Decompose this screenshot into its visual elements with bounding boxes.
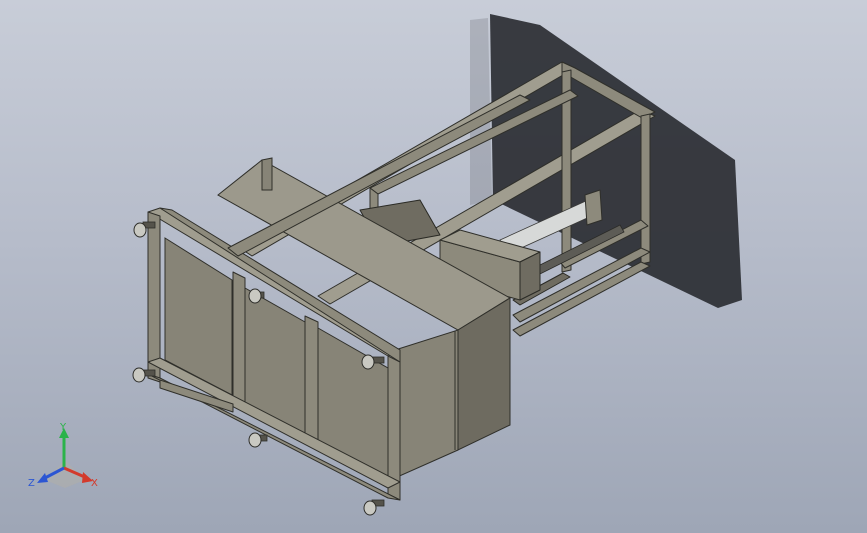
coordinate-triad: Y Z X: [28, 422, 98, 489]
z-axis-arrowhead: [37, 473, 48, 483]
graphics-viewport[interactable]: Y Z X: [0, 0, 867, 533]
cad-model-view[interactable]: [0, 0, 867, 533]
x-axis-label: X: [91, 478, 98, 489]
y-axis-label: Y: [59, 422, 67, 433]
z-axis-label: Z: [28, 478, 35, 489]
